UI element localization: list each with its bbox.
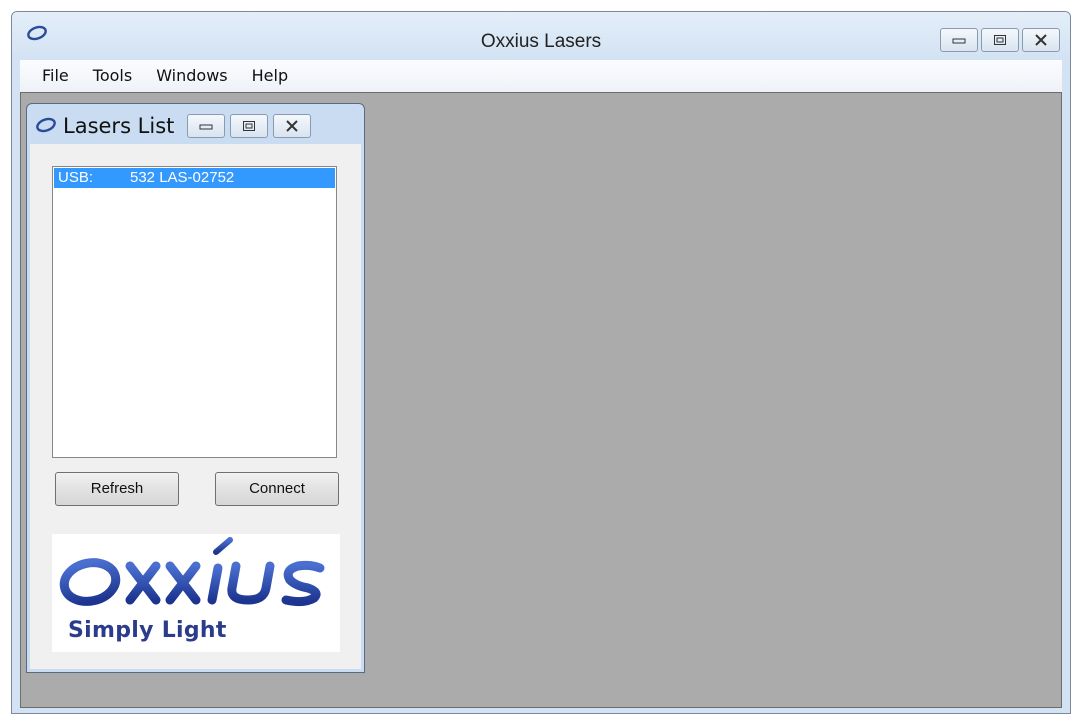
oxxius-ring-icon[interactable] <box>35 116 57 134</box>
close-icon <box>286 120 298 132</box>
title-bar[interactable]: Oxxius Lasers <box>12 12 1070 60</box>
logo-slogan: Simply Light <box>68 618 227 643</box>
laser-listbox[interactable]: USB: 532 LAS-02752 <box>52 166 337 458</box>
menu-tools[interactable]: Tools <box>81 62 144 90</box>
minimize-icon <box>952 38 966 44</box>
list-item[interactable]: USB: 532 LAS-02752 <box>54 168 335 188</box>
list-item-name: 532 LAS-02752 <box>130 169 235 186</box>
lasers-list-content: USB: 532 LAS-02752 Refresh Connect Simpl… <box>30 144 361 669</box>
menu-file[interactable]: File <box>30 62 81 90</box>
caption-buttons <box>940 28 1060 52</box>
refresh-button[interactable]: Refresh <box>55 472 179 506</box>
restore-button[interactable] <box>981 28 1019 52</box>
child-close-button[interactable] <box>273 114 311 138</box>
lasers-list-title: Lasers List <box>63 114 175 138</box>
menu-windows[interactable]: Windows <box>144 62 239 90</box>
lasers-list-title-bar[interactable]: Lasers List <box>27 104 364 144</box>
child-minimize-button[interactable] <box>187 114 225 138</box>
lasers-list-window: Lasers List USB: 532 LAS-02752 Refresh C… <box>26 103 365 673</box>
restore-icon <box>243 121 255 131</box>
main-window: Oxxius Lasers File Tools Windows Help La… <box>11 11 1071 714</box>
menu-help[interactable]: Help <box>240 62 300 90</box>
menu-bar: File Tools Windows Help <box>20 60 1062 92</box>
connect-button[interactable]: Connect <box>215 472 339 506</box>
child-caption-buttons <box>187 114 311 138</box>
close-icon <box>1035 34 1047 46</box>
restore-icon <box>994 35 1006 45</box>
minimize-button[interactable] <box>940 28 978 52</box>
close-button[interactable] <box>1022 28 1060 52</box>
oxxius-logo: Simply Light <box>52 534 340 652</box>
minimize-icon <box>199 124 213 130</box>
list-item-port: USB: <box>58 169 94 186</box>
oxxius-wordmark <box>59 537 325 607</box>
window-title: Oxxius Lasers <box>480 31 602 52</box>
mdi-client-area: Lasers List USB: 532 LAS-02752 Refresh C… <box>20 92 1062 708</box>
child-restore-button[interactable] <box>230 114 268 138</box>
